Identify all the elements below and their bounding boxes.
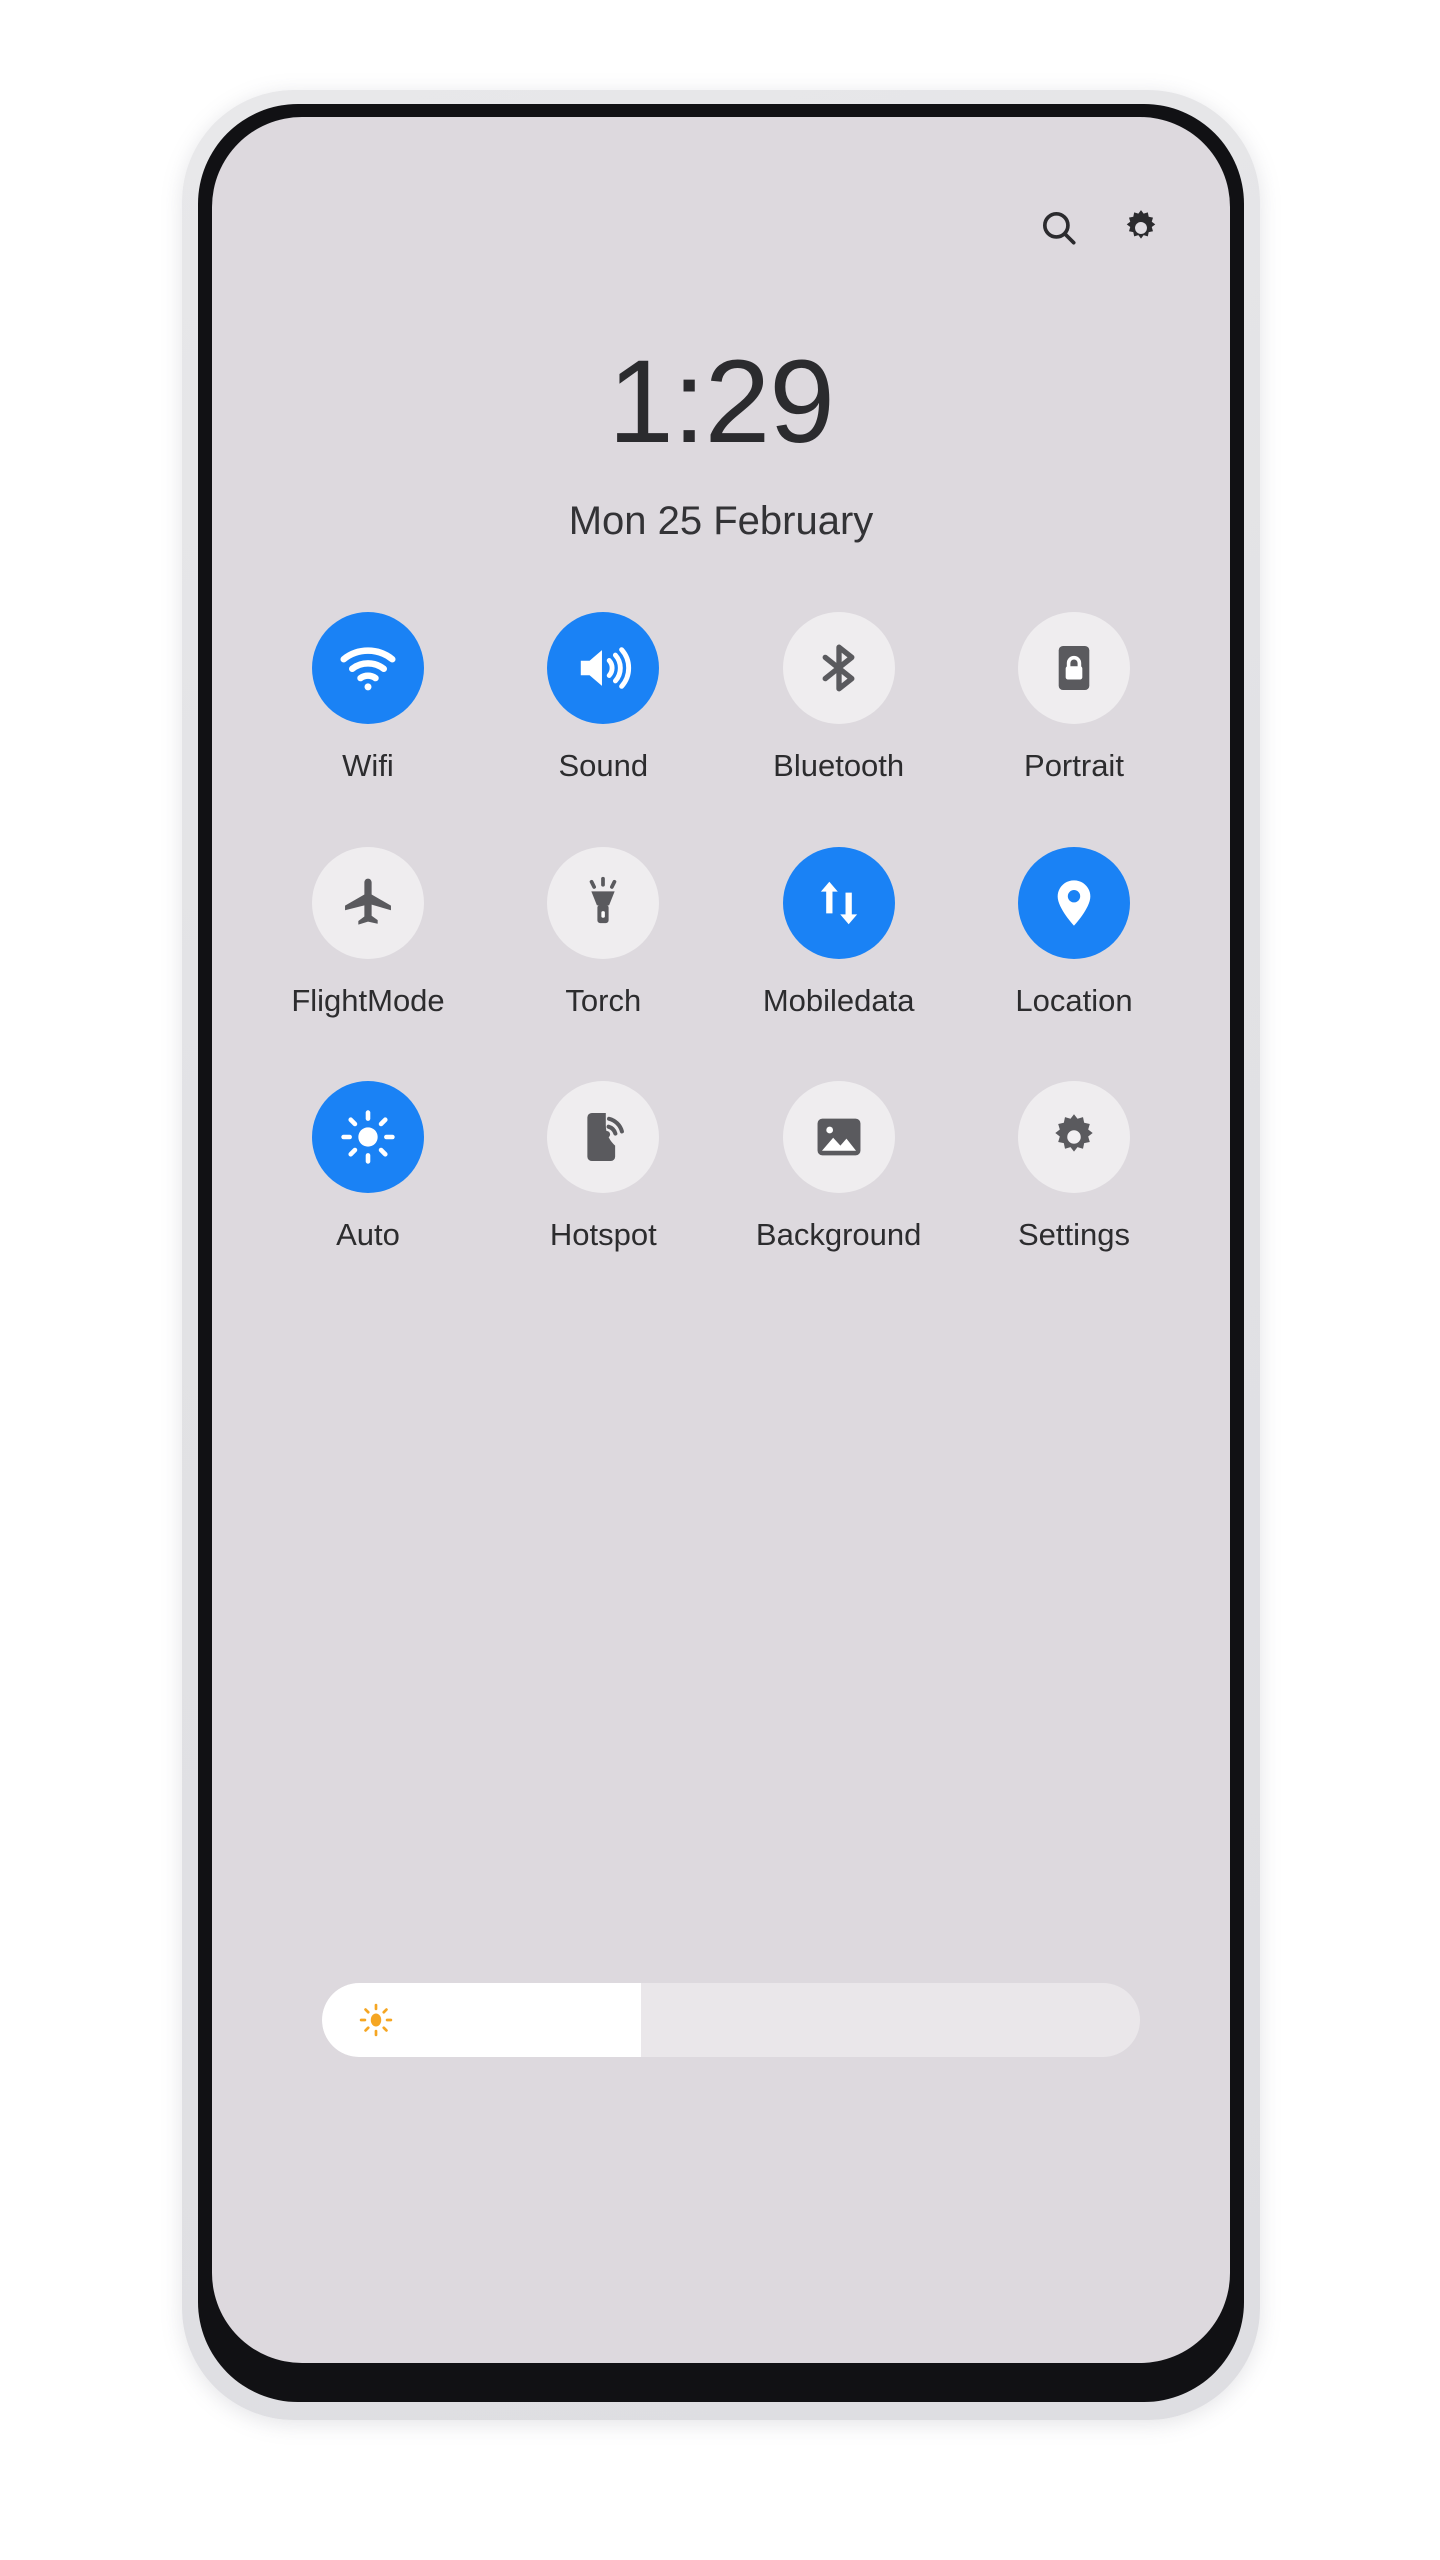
tile-torch[interactable]: Torch [503, 846, 703, 1018]
brightness-slider[interactable] [322, 1983, 1140, 2057]
tile-row: FlightMode Torch Mobiledata Location [268, 846, 1174, 1018]
tile-icon-wrapper [1017, 846, 1130, 959]
gear-icon [1055, 1114, 1093, 1152]
phone-bezel: 1:29 Mon 25 February Wifi Sound Bluetoot… [198, 104, 1244, 2402]
tile-icon-wrapper [1017, 612, 1130, 724]
tile-label: Settings [1017, 1217, 1130, 1253]
flashlight-icon [590, 876, 617, 923]
tile-row: Auto Hotspot Background Settings [268, 1081, 1174, 1252]
tile-label: Location [1015, 982, 1133, 1018]
tile-label: Torch [565, 982, 642, 1018]
rotation-lock-icon [1058, 645, 1090, 691]
tile-bluetooth[interactable]: Bluetooth [739, 612, 939, 783]
brightness-sun-icon [341, 1110, 395, 1164]
tile-label: Hotspot [549, 1217, 657, 1253]
clock-block: 1:29 Mon 25 February [212, 343, 1230, 541]
quick-settings-grid: Wifi Sound Bluetooth Portrait FlightMode… [268, 612, 1174, 1252]
tile-icon-wrapper [782, 846, 895, 959]
airplane-icon [345, 878, 391, 925]
tile-portrait[interactable]: Portrait [974, 612, 1174, 783]
tile-settings[interactable]: Settings [974, 1081, 1174, 1252]
wifi-icon [340, 647, 396, 691]
volume-icon [581, 647, 632, 689]
image-icon [817, 1118, 861, 1156]
tile-background[interactable]: Background [739, 1081, 939, 1252]
hotspot-icon [587, 1113, 625, 1162]
tile-label: Bluetooth [773, 748, 905, 783]
tile-icon-wrapper [547, 612, 660, 724]
tile-icon-wrapper [547, 846, 660, 959]
phone-screen: 1:29 Mon 25 February Wifi Sound Bluetoot… [212, 117, 1230, 2363]
brightness-sun-icon [356, 2000, 396, 2040]
data-arrows-icon [820, 881, 857, 924]
tile-label: Auto [336, 1217, 400, 1253]
screenshot-root: 1:29 Mon 25 February Wifi Sound Bluetoot… [0, 0, 1440, 2560]
brightness-slider-fill [322, 1983, 642, 2057]
tile-mobiledata[interactable]: Mobiledata [739, 846, 939, 1018]
tile-label: FlightMode [291, 982, 445, 1018]
tile-flightmode[interactable]: FlightMode [268, 846, 468, 1018]
map-pin-icon [1057, 879, 1091, 926]
tile-icon-wrapper [312, 612, 424, 724]
tile-auto[interactable]: Auto [268, 1081, 468, 1252]
tile-icon-wrapper [782, 612, 895, 724]
tile-label: Sound [558, 748, 649, 783]
tile-icon-wrapper [312, 1081, 424, 1194]
tile-label: Portrait [1024, 748, 1124, 783]
phone-device-frame: 1:29 Mon 25 February Wifi Sound Bluetoot… [182, 90, 1260, 2420]
clock-date: Mon 25 February [568, 499, 874, 543]
top-bar [1036, 205, 1164, 251]
gear-icon[interactable] [1118, 205, 1164, 251]
bluetooth-icon [822, 644, 855, 692]
tile-location[interactable]: Location [974, 846, 1174, 1018]
tile-icon-wrapper [1017, 1081, 1130, 1194]
tile-label: Wifi [342, 748, 394, 783]
tile-wifi[interactable]: Wifi [268, 612, 468, 783]
tile-row: Wifi Sound Bluetooth Portrait [268, 612, 1174, 783]
tile-label: Mobiledata [762, 982, 915, 1018]
tile-icon-wrapper [547, 1081, 660, 1194]
tile-label: Background [755, 1217, 922, 1253]
tile-icon-wrapper [782, 1081, 895, 1194]
tile-sound[interactable]: Sound [503, 612, 703, 783]
search-icon[interactable] [1036, 205, 1082, 251]
tile-icon-wrapper [312, 846, 424, 959]
clock-time: 1:29 [608, 336, 835, 468]
tile-hotspot[interactable]: Hotspot [503, 1081, 703, 1252]
